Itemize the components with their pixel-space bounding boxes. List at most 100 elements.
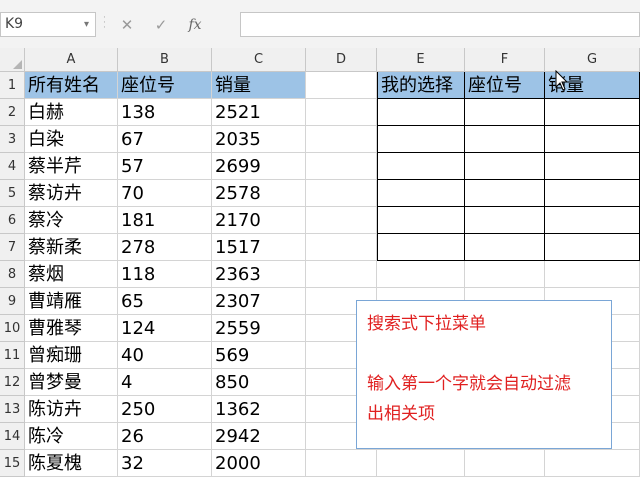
selection-cell[interactable] — [465, 261, 545, 288]
selection-cell[interactable] — [545, 207, 640, 234]
table-cell[interactable]: 65 — [118, 288, 212, 315]
table-cell[interactable]: 118 — [118, 261, 212, 288]
table-cell[interactable]: 32 — [118, 450, 212, 477]
table-cell[interactable]: 陈访卉 — [25, 396, 118, 423]
table-cell[interactable]: 278 — [118, 234, 212, 261]
row-header-3[interactable]: 3 — [0, 126, 25, 153]
selection-cell[interactable] — [465, 126, 545, 153]
insert-function-icon[interactable]: fx — [178, 17, 212, 33]
table-cell[interactable]: 曾痴珊 — [25, 342, 118, 369]
row-header-13[interactable]: 13 — [0, 396, 25, 423]
grid-cell[interactable] — [306, 72, 377, 99]
table-cell[interactable]: 4 — [118, 369, 212, 396]
table-cell[interactable]: 2942 — [212, 423, 306, 450]
grid-cell[interactable] — [306, 261, 377, 288]
table-header-cell[interactable]: 座位号 — [118, 72, 212, 99]
selection-cell[interactable] — [377, 180, 465, 207]
table-cell[interactable]: 57 — [118, 153, 212, 180]
selection-cell[interactable] — [545, 99, 640, 126]
selection-cell[interactable] — [465, 99, 545, 126]
column-header-e[interactable]: E — [377, 48, 465, 72]
table-cell[interactable]: 2363 — [212, 261, 306, 288]
table-cell[interactable]: 白染 — [25, 126, 118, 153]
grid-cell[interactable] — [306, 153, 377, 180]
row-header-9[interactable]: 9 — [0, 288, 25, 315]
row-header-14[interactable]: 14 — [0, 423, 25, 450]
grid-cell[interactable] — [306, 180, 377, 207]
selection-header-cell[interactable]: 座位号 — [465, 72, 545, 99]
selection-cell[interactable] — [377, 153, 465, 180]
table-cell[interactable]: 曹雅琴 — [25, 315, 118, 342]
table-cell[interactable]: 蔡新柔 — [25, 234, 118, 261]
grid-cell[interactable] — [306, 234, 377, 261]
table-cell[interactable]: 70 — [118, 180, 212, 207]
table-cell[interactable]: 569 — [212, 342, 306, 369]
row-header-15[interactable]: 15 — [0, 450, 25, 477]
selection-cell[interactable] — [545, 261, 640, 288]
selection-cell[interactable] — [545, 153, 640, 180]
formula-input[interactable] — [240, 12, 640, 37]
cancel-icon[interactable]: ✕ — [110, 16, 144, 34]
table-cell[interactable]: 250 — [118, 396, 212, 423]
row-header-7[interactable]: 7 — [0, 234, 25, 261]
grid-cell[interactable] — [306, 207, 377, 234]
name-box[interactable]: K9 ▾ — [0, 12, 96, 37]
table-cell[interactable]: 2307 — [212, 288, 306, 315]
selection-cell[interactable] — [377, 261, 465, 288]
grid-cell[interactable] — [306, 126, 377, 153]
table-cell[interactable]: 2035 — [212, 126, 306, 153]
select-all-corner[interactable] — [0, 48, 25, 72]
table-cell[interactable]: 2000 — [212, 450, 306, 477]
table-cell[interactable]: 曹靖雁 — [25, 288, 118, 315]
column-header-a[interactable]: A — [25, 48, 118, 72]
table-cell[interactable]: 67 — [118, 126, 212, 153]
table-header-cell[interactable]: 销量 — [212, 72, 306, 99]
column-header-b[interactable]: B — [118, 48, 212, 72]
grid-cell[interactable] — [306, 99, 377, 126]
table-header-cell[interactable]: 所有姓名 — [25, 72, 118, 99]
table-cell[interactable]: 2521 — [212, 99, 306, 126]
table-cell[interactable]: 蔡烟 — [25, 261, 118, 288]
table-cell[interactable]: 蔡半芹 — [25, 153, 118, 180]
selection-cell[interactable] — [377, 207, 465, 234]
selection-cell[interactable] — [465, 207, 545, 234]
table-cell[interactable]: 1362 — [212, 396, 306, 423]
column-header-f[interactable]: F — [465, 48, 545, 72]
table-cell[interactable]: 2699 — [212, 153, 306, 180]
row-header-12[interactable]: 12 — [0, 369, 25, 396]
table-cell[interactable]: 2170 — [212, 207, 306, 234]
table-cell[interactable]: 124 — [118, 315, 212, 342]
note-textbox[interactable]: 搜索式下拉菜单 输入第一个字就会自动过滤 出相关项 — [356, 300, 612, 449]
selection-cell[interactable] — [465, 234, 545, 261]
selection-cell[interactable] — [465, 450, 545, 477]
table-cell[interactable]: 蔡冷 — [25, 207, 118, 234]
table-cell[interactable]: 曾梦曼 — [25, 369, 118, 396]
selection-cell[interactable] — [545, 234, 640, 261]
column-header-g[interactable]: G — [545, 48, 640, 72]
selection-cell[interactable] — [377, 234, 465, 261]
row-header-5[interactable]: 5 — [0, 180, 25, 207]
column-header-c[interactable]: C — [212, 48, 306, 72]
table-cell[interactable]: 1517 — [212, 234, 306, 261]
table-cell[interactable]: 2578 — [212, 180, 306, 207]
selection-cell[interactable] — [377, 126, 465, 153]
row-header-8[interactable]: 8 — [0, 261, 25, 288]
selection-cell[interactable] — [377, 450, 465, 477]
selection-cell[interactable] — [545, 180, 640, 207]
table-cell[interactable]: 181 — [118, 207, 212, 234]
table-cell[interactable]: 40 — [118, 342, 212, 369]
table-cell[interactable]: 850 — [212, 369, 306, 396]
row-header-11[interactable]: 11 — [0, 342, 25, 369]
selection-cell[interactable] — [377, 99, 465, 126]
selection-cell[interactable] — [465, 180, 545, 207]
row-header-2[interactable]: 2 — [0, 99, 25, 126]
row-header-6[interactable]: 6 — [0, 207, 25, 234]
table-cell[interactable]: 陈夏槐 — [25, 450, 118, 477]
row-header-10[interactable]: 10 — [0, 315, 25, 342]
table-cell[interactable]: 2559 — [212, 315, 306, 342]
chevron-down-icon[interactable]: ▾ — [84, 13, 89, 36]
drag-handle-icon[interactable]: · · · — [103, 14, 106, 33]
selection-cell[interactable] — [465, 153, 545, 180]
table-cell[interactable]: 蔡访卉 — [25, 180, 118, 207]
table-cell[interactable]: 白赫 — [25, 99, 118, 126]
